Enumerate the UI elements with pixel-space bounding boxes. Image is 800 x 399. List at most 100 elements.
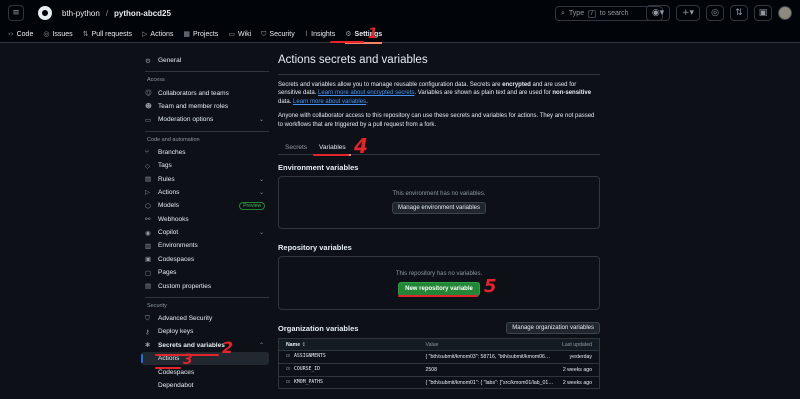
- intro-text-bold: encrypted: [502, 82, 531, 88]
- sidebar-item-moderation[interactable]: ▭ Moderation options ⌄: [141, 113, 269, 126]
- search-suffix: to search: [599, 10, 629, 17]
- annotation-underline: [313, 154, 349, 156]
- tab-secrets[interactable]: Secrets: [285, 141, 307, 155]
- table-row[interactable]: ⊡ ASSIGNMENTS { "bth/submit/kmom03": 5871…: [278, 350, 600, 364]
- tab-insights[interactable]: ⌇ Insights: [305, 26, 336, 43]
- tab-code[interactable]: ‹› Code: [8, 26, 33, 43]
- sidebar-item-models[interactable]: ⬡ Models Preview: [141, 199, 269, 212]
- avatar[interactable]: [778, 6, 792, 20]
- sidebar-item-roles[interactable]: ☻ Team and member roles: [141, 100, 269, 113]
- server-icon: ▥: [145, 241, 152, 250]
- github-logo-icon[interactable]: [38, 6, 52, 20]
- manage-environment-variables-button[interactable]: Manage environment variables: [391, 202, 487, 215]
- plus-icon[interactable]: +▾: [676, 5, 700, 21]
- sidebar-subitem-dependabot[interactable]: Dependabot: [141, 379, 269, 392]
- sidebar-item-pages[interactable]: ▢ Pages: [141, 266, 269, 279]
- sidebar-item-rules[interactable]: ▤ Rules ⌄: [141, 172, 269, 185]
- sidebar-item-custom-properties[interactable]: ▤ Custom properties: [141, 279, 269, 292]
- encrypted-secrets-link[interactable]: Learn more about encrypted secrets: [318, 90, 414, 96]
- variable-updated-cell: yesterday: [553, 350, 600, 364]
- sidebar-item-label: Dependabot: [158, 382, 194, 389]
- tab-actions[interactable]: ▷ Actions: [142, 26, 173, 43]
- sidebar-item-secrets-and-variables[interactable]: ✱ Secrets and variables ⌃: [141, 339, 269, 352]
- new-repository-variable-button[interactable]: New repository variable: [398, 281, 480, 296]
- search-prefix: Type: [568, 10, 585, 17]
- code-icon: ‹›: [8, 30, 14, 38]
- tab-issues[interactable]: ◎ Issues: [43, 26, 72, 43]
- variable-value-cell: { "bth/submit/kmom01": { "labs": ["src/k…: [418, 375, 554, 389]
- asterisk-icon: ✱: [145, 341, 151, 350]
- variable-name: COURSE_ID: [294, 367, 321, 373]
- environment-variables-title: Environment variables: [278, 163, 359, 173]
- variable-updated-cell: 2 weeks ago: [553, 362, 600, 377]
- sidebar-item-label: Codespaces: [158, 368, 195, 376]
- organization-variables-header: Organization variables Manage organizati…: [278, 322, 600, 335]
- column-name[interactable]: Name ↕: [278, 338, 419, 351]
- sidebar-item-label: Moderation options: [158, 116, 214, 124]
- models-icon: ⬡: [145, 201, 151, 210]
- branch-icon: ⑂: [145, 148, 149, 157]
- intro-text: . Variables are shown as plain text and …: [414, 90, 553, 97]
- sidebar-heading-access: Access: [147, 77, 165, 84]
- pull-request-icon: ⇅: [82, 30, 89, 38]
- sidebar-item-codespaces[interactable]: ▣ Codespaces: [141, 253, 269, 266]
- sidebar-item-actions[interactable]: ▷ Actions ⌄: [141, 186, 269, 199]
- tab-projects[interactable]: ▦ Projects: [183, 26, 218, 43]
- annotation-number: 1: [368, 26, 378, 42]
- sidebar-item-deploy-keys[interactable]: ⚷ Deploy keys: [141, 325, 269, 338]
- note-icon: ▤: [145, 282, 152, 291]
- lock-icon: ⊡: [286, 380, 291, 386]
- menu-icon[interactable]: ≡: [8, 5, 24, 21]
- manage-organization-variables-button[interactable]: Manage organization variables: [506, 322, 600, 335]
- sidebar-item-label: Rules: [158, 175, 175, 183]
- breadcrumb-repo[interactable]: python-abcd25: [114, 9, 171, 18]
- column-value: Value: [418, 338, 554, 351]
- annotation-underline: [398, 295, 478, 297]
- sidebar-item-environments[interactable]: ▥ Environments: [141, 239, 269, 252]
- variable-name-cell: ⊡ KMOM_PATHS: [278, 375, 419, 389]
- pull-requests-icon[interactable]: ⇅: [730, 5, 748, 21]
- intro-text: .: [366, 98, 368, 105]
- tab-pull-requests[interactable]: ⇅ Pull requests: [83, 26, 132, 43]
- sidebar-item-tags[interactable]: ◇ Tags: [141, 159, 269, 172]
- breadcrumb-owner[interactable]: bth-python: [62, 9, 100, 18]
- intro-text: Secrets and variables allow you to manag…: [278, 82, 503, 88]
- sidebar-heading-code: Code and automation: [147, 136, 200, 143]
- sidebar-item-advanced-security[interactable]: ⛉ Advanced Security: [141, 312, 269, 325]
- chevron-up-icon: ⌃: [258, 341, 264, 349]
- gear-icon: ⚙: [345, 30, 352, 38]
- lock-icon: ⊡: [286, 354, 291, 360]
- page-title: Actions secrets and variables: [278, 54, 428, 66]
- table-row[interactable]: ⊡ COURSE_ID 2508 2 weeks ago: [278, 362, 600, 377]
- main-content: Actions secrets and variables Secrets an…: [278, 54, 600, 390]
- variables-link[interactable]: Learn more about variables: [293, 99, 366, 105]
- sidebar-item-copilot[interactable]: ◉ Copilot ⌄: [141, 226, 269, 239]
- sidebar-item-label: Models: [158, 202, 179, 210]
- copilot-icon[interactable]: ◉▾: [646, 5, 670, 21]
- tab-security[interactable]: ⛉ Security: [261, 26, 295, 43]
- tab-label: Issues: [52, 30, 73, 38]
- top-header: ≡ bth-python / python-abcd25 ⌕ Type / to…: [0, 0, 800, 26]
- annotation-number: 2: [222, 338, 234, 357]
- sidebar-item-collaborators[interactable]: ☺ Collaborators and teams: [141, 86, 269, 99]
- sidebar-item-branches[interactable]: ⑂ Branches: [141, 146, 269, 159]
- intro-text-bold: non-sensitive: [552, 90, 592, 97]
- sidebar-item-general[interactable]: ⚙ General: [141, 54, 269, 67]
- sidebar-item-label: Actions: [158, 188, 180, 196]
- sidebar-item-webhooks[interactable]: ⚯ Webhooks: [141, 213, 269, 226]
- tab-variables[interactable]: Variables: [314, 141, 351, 156]
- sidebar-item-label: Advanced Security: [158, 315, 213, 323]
- chevron-down-icon: ⌄: [258, 229, 264, 237]
- book-icon: ▭: [228, 30, 235, 38]
- issues-icon[interactable]: ◎: [706, 5, 724, 21]
- comment-icon: ▭: [145, 115, 152, 124]
- column-last-updated: Last updated: [553, 338, 600, 351]
- table-row[interactable]: ⊡ KMOM_PATHS { "bth/submit/kmom01": { "la…: [278, 375, 600, 389]
- repo-nav: ‹› Code ◎ Issues ⇅ Pull requests ▷ Actions ▦…: [0, 26, 800, 44]
- sidebar-item-label: Codespaces: [158, 255, 195, 263]
- inbox-icon[interactable]: ▣: [754, 5, 772, 21]
- webhook-icon: ⚯: [145, 215, 151, 224]
- tab-label: Wiki: [237, 30, 252, 38]
- organization-variables-table: Name ↕ Value Last updated ⊡ ASSIGNMENTS {…: [278, 338, 600, 390]
- tab-wiki[interactable]: ▭ Wiki: [228, 26, 251, 43]
